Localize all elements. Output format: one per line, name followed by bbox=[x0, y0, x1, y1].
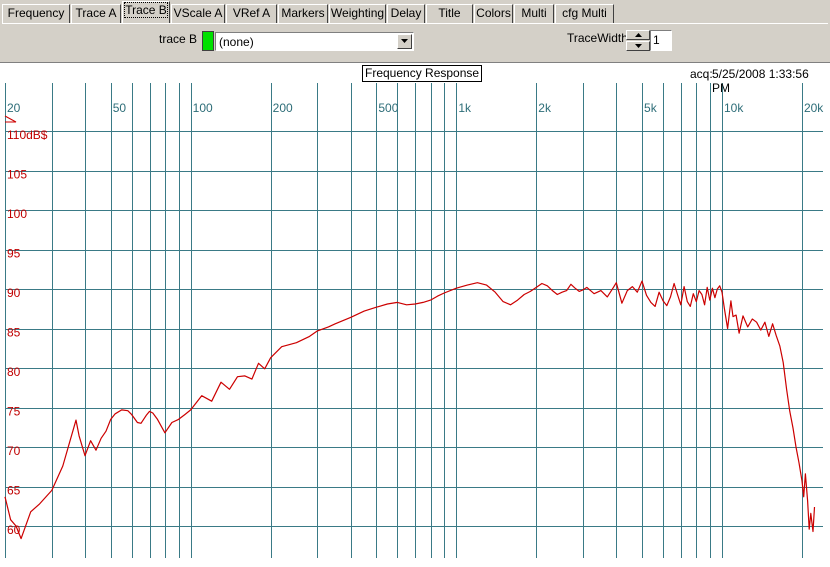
frequency-response-chart: 20 50 100 200 500 1k 2k 5k 10k 20k 110dB$ 105 100 95 9… bbox=[4, 83, 824, 558]
y-tick-label: 75 bbox=[7, 405, 21, 419]
y-tick-label: 95 bbox=[7, 247, 21, 261]
x-tick-label: 2k bbox=[538, 101, 552, 115]
acq-label: acq: bbox=[690, 67, 713, 81]
y-tick-label: 85 bbox=[7, 326, 21, 340]
y-tick-label: 65 bbox=[7, 484, 21, 498]
x-tick-label: 50 bbox=[113, 101, 127, 115]
reference-marker-icon bbox=[4, 115, 17, 123]
y-tick-label: 80 bbox=[7, 365, 21, 379]
y-tick-label: 105 bbox=[7, 168, 27, 182]
acq-timestamp: 5/25/2008 1:33:56 PM bbox=[712, 67, 809, 95]
y-tick-label: 60 bbox=[7, 523, 21, 537]
chart-title: Frequency Response bbox=[362, 65, 483, 82]
y-tick-label: 70 bbox=[7, 444, 21, 458]
x-tick-label: 5k bbox=[644, 101, 658, 115]
x-tick-label: 100 bbox=[193, 101, 213, 115]
x-tick-label: 20 bbox=[7, 101, 21, 115]
x-tick-label: 20k bbox=[804, 101, 824, 115]
y-tick-label: 100 bbox=[7, 207, 27, 221]
trace-a-line bbox=[4, 280, 816, 540]
y-tick-label: 90 bbox=[7, 286, 21, 300]
x-tick-label: 1k bbox=[458, 101, 472, 115]
y-tick-label: 110dB$ bbox=[7, 128, 48, 142]
x-tick-label: 10k bbox=[724, 101, 744, 115]
x-tick-label: 500 bbox=[378, 101, 398, 115]
x-tick-label: 200 bbox=[273, 101, 293, 115]
grid bbox=[5, 83, 823, 558]
